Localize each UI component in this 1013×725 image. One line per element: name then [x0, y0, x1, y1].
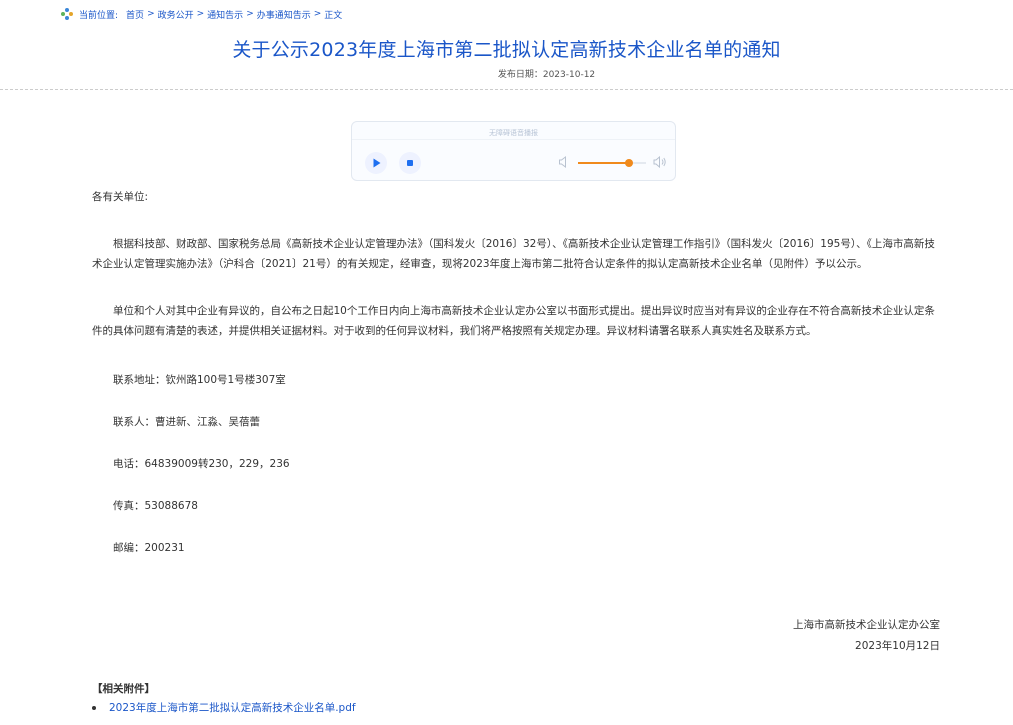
body-paragraph: 单位和个人对其中企业有异议的，自公布之日起10个工作日内向上海市高新技术企业认定… [92, 305, 935, 337]
breadcrumb-home-link[interactable]: 首页 [126, 8, 144, 21]
bullet-icon [92, 705, 96, 710]
page-title: 关于公示2023年度上海市第二批拟认定高新技术企业名单的通知 [232, 39, 781, 61]
breadcrumb-separator: > [147, 9, 155, 19]
publish-date: 发布日期：2023-10-12 [497, 70, 596, 80]
player-caption: 无障碍语音播报 [489, 129, 538, 137]
stop-button[interactable] [399, 152, 421, 174]
breadcrumb: 当前位置: 首页 > 政务公开 > 通知告示 > 办事通知告示 > 正文 [61, 6, 342, 22]
contact-postcode: 邮编：200231 [113, 542, 185, 554]
volume-slider[interactable] [578, 159, 646, 167]
page: 当前位置: 首页 > 政务公开 > 通知告示 > 办事通知告示 > 正文 关于公… [0, 0, 1013, 725]
attachment-item: 2023年度上海市第二批拟认定高新技术企业名单.pdf [92, 700, 356, 715]
breadcrumb-service-notices-link[interactable]: 办事通知告示 [257, 8, 311, 21]
breadcrumb-notices-link[interactable]: 通知告示 [207, 8, 243, 21]
article-body: 各有关单位: 根据科技部、财政部、国家税务总局《高新技术企业认定管理办法》（国科… [92, 187, 940, 558]
breadcrumb-current: 正文 [324, 10, 343, 21]
play-button[interactable] [365, 152, 387, 174]
title-divider [0, 89, 1013, 90]
play-icon [373, 158, 381, 168]
attachment-link[interactable]: 2023年度上海市第二批拟认定高新技术企业名单.pdf [109, 700, 356, 715]
breadcrumb-separator: > [246, 9, 254, 19]
volume-high-icon[interactable] [653, 155, 667, 169]
contact-person: 联系人：曹进新、江淼、吴蓓蕾 [113, 416, 260, 428]
breadcrumb-gov-affairs-link[interactable]: 政务公开 [158, 8, 194, 21]
breadcrumb-separator: > [196, 9, 205, 19]
contact-phone: 电话：64839009转230，229，236 [113, 458, 290, 470]
breadcrumb-label: 当前位置: [79, 10, 119, 21]
contact-address: 联系地址：钦州路100号1号楼307室 [113, 374, 286, 386]
attachments-title: 【相关附件】 [92, 683, 155, 695]
contact-fax: 传真：53088678 [113, 500, 198, 512]
volume-low-icon[interactable] [558, 156, 568, 168]
signature-org: 上海市高新技术企业认定办公室 [793, 619, 940, 631]
location-icon [61, 8, 73, 20]
stop-icon [407, 160, 413, 166]
audio-player: 无障碍语音播报 [351, 121, 676, 181]
signature-date: 2023年10月12日 [855, 640, 940, 652]
body-paragraph: 根据科技部、财政部、国家税务总局《高新技术企业认定管理办法》（国科发火〔2016… [92, 238, 935, 270]
volume-slider-fill [578, 162, 629, 164]
salutation: 各有关单位: [92, 191, 149, 203]
player-separator [352, 139, 675, 140]
volume-slider-handle[interactable] [625, 159, 633, 167]
breadcrumb-separator: > [313, 9, 322, 19]
